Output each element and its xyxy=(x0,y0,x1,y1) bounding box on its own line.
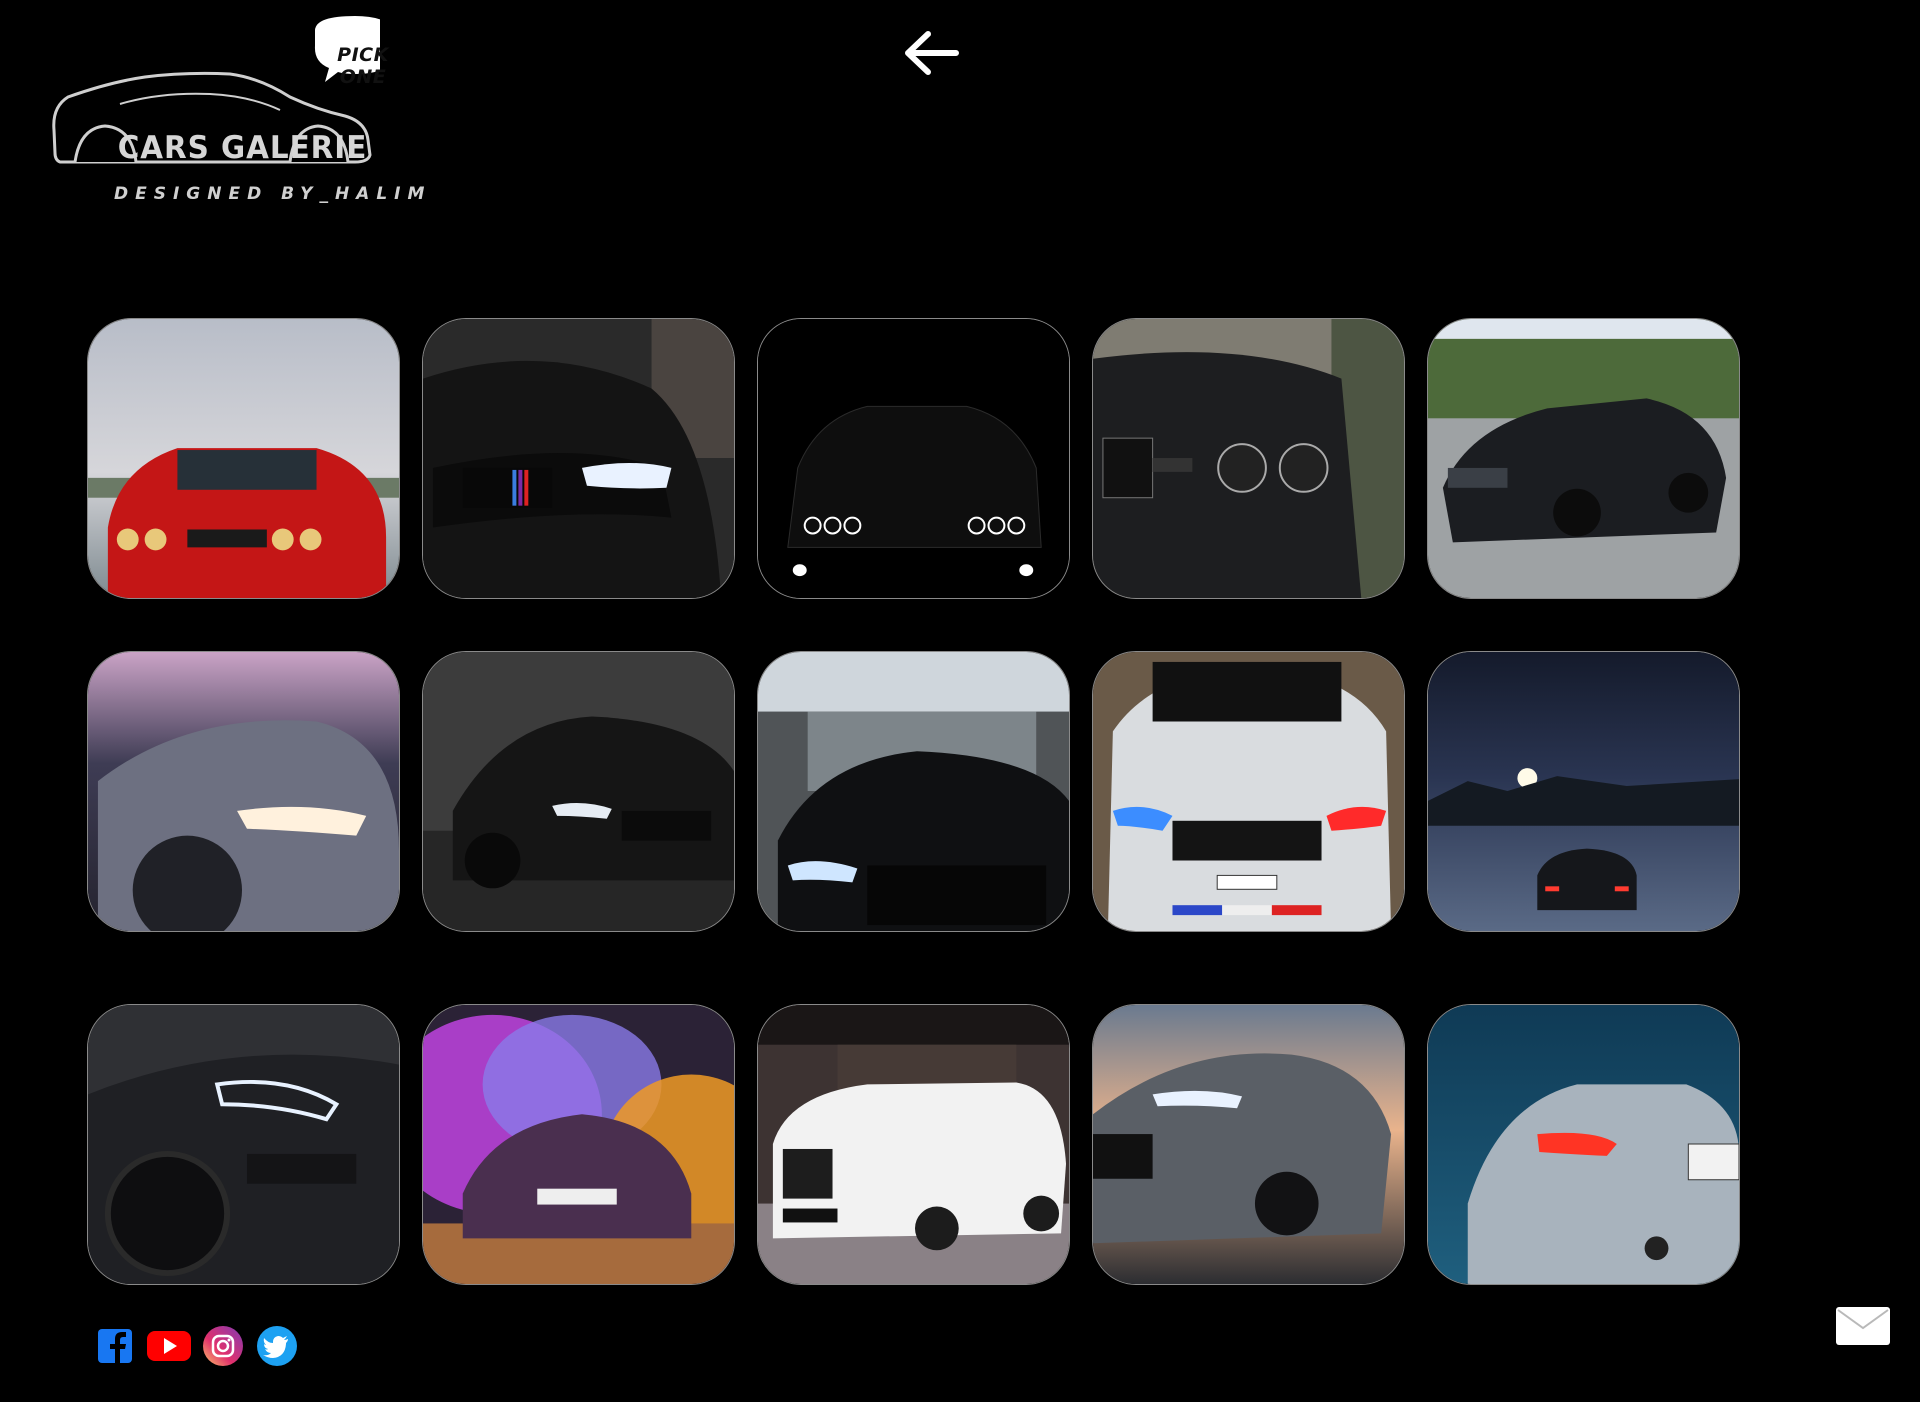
back-button[interactable] xyxy=(900,28,962,78)
facebook-link[interactable] xyxy=(94,1325,136,1367)
gallery-image-black-bmw-m8-forest[interactable] xyxy=(422,651,735,932)
gallery-image-grey-bmw-m2-headlight[interactable] xyxy=(87,651,400,932)
gallery-image-bmw-night-moon[interactable] xyxy=(1427,651,1740,932)
gallery-image-red-bmw-m3-e30[interactable] xyxy=(87,318,400,599)
gallery-image-black-bmw-m8-garage[interactable] xyxy=(757,651,1070,932)
gallery-image-dark-bmw-headlight-closeup[interactable] xyxy=(87,1004,400,1285)
gallery-image-black-bmw-m5-driveway[interactable] xyxy=(1427,318,1740,599)
facebook-icon xyxy=(98,1329,132,1363)
logo-bubble-text: PICK ONE xyxy=(337,44,389,88)
gallery-image-white-bmw-x7-showroom[interactable] xyxy=(757,1004,1070,1285)
gallery-image-black-bmw-dark-silhouette[interactable] xyxy=(757,318,1070,599)
gallery-image-white-bmw-m5-ice[interactable] xyxy=(1092,651,1405,932)
site-logo[interactable]: PICK ONE CARS GALERIE DESIGNED BY_HALIM xyxy=(50,12,424,204)
gallery-image-silver-bmw-m4-rear[interactable] xyxy=(1427,1004,1740,1285)
gallery-image-black-bmw-m3-e34-front[interactable] xyxy=(1092,318,1405,599)
gallery-image-grey-bmw-m8-sunset[interactable] xyxy=(1092,1004,1405,1285)
gallery-image-bmw-purple-smoke[interactable] xyxy=(422,1004,735,1285)
twitter-icon xyxy=(257,1326,297,1366)
logo-title: CARS GALERIE xyxy=(117,130,368,166)
contact-mail-button[interactable] xyxy=(1835,1306,1891,1346)
envelope-icon xyxy=(1836,1307,1890,1345)
arrow-left-icon xyxy=(905,31,959,75)
instagram-icon xyxy=(203,1326,243,1366)
instagram-link[interactable] xyxy=(202,1325,244,1367)
car-outline-icon xyxy=(52,16,380,164)
youtube-link[interactable] xyxy=(146,1325,192,1367)
twitter-link[interactable] xyxy=(256,1325,298,1367)
gallery-image-black-bmw-m4-headlight[interactable] xyxy=(422,318,735,599)
youtube-icon xyxy=(147,1331,191,1361)
logo-subtitle: DESIGNED BY_HALIM xyxy=(114,184,432,204)
